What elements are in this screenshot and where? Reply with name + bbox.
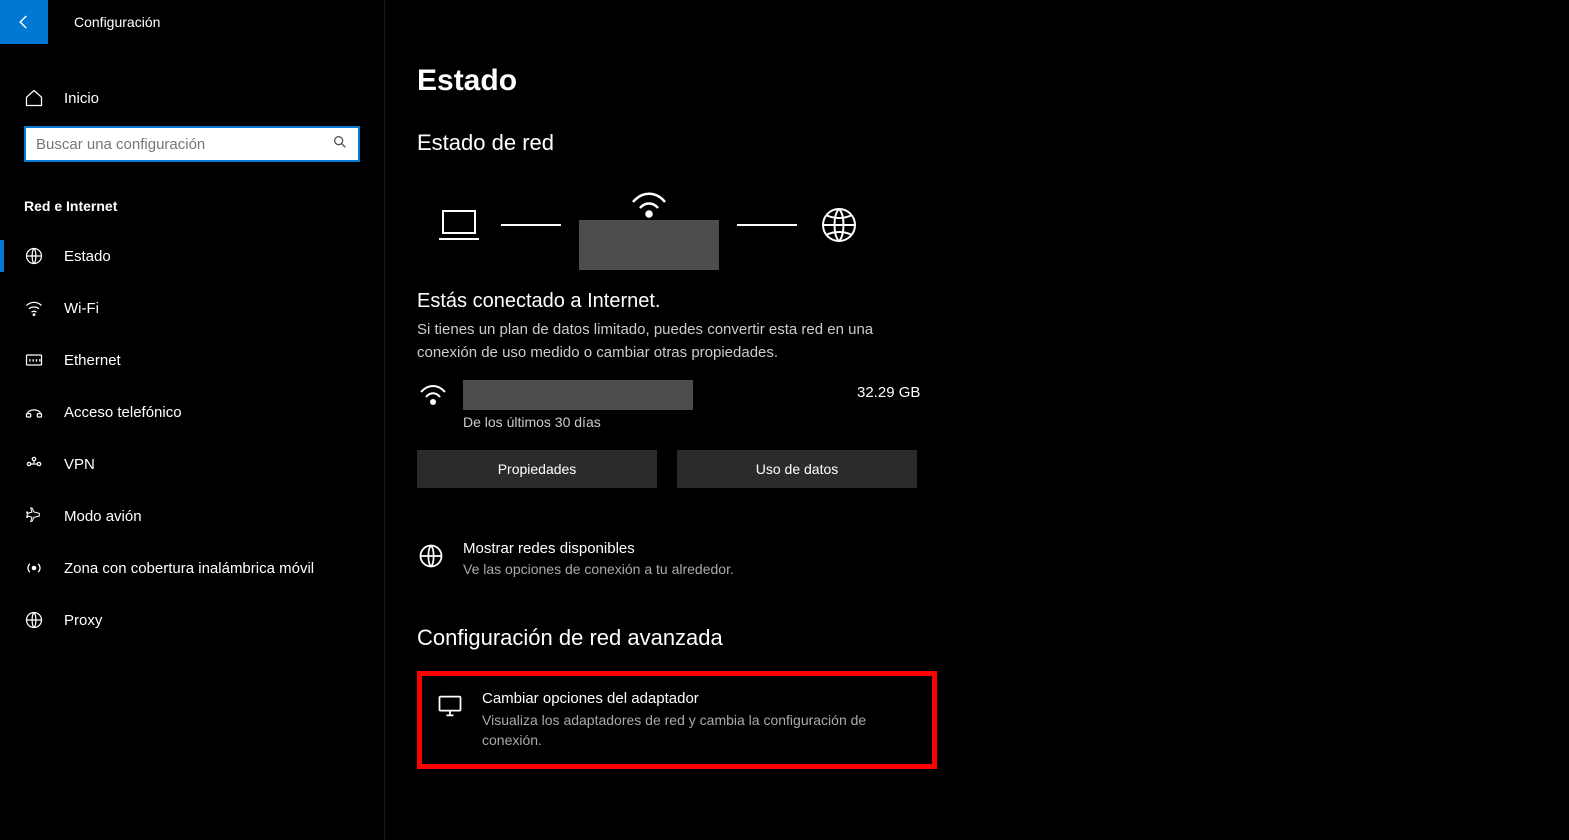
section-network-status: Estado de red: [417, 130, 1569, 156]
connected-title: Estás conectado a Internet.: [417, 290, 1569, 313]
adapter-title: Cambiar opciones del adaptador: [482, 690, 902, 707]
nav-list: Estado Wi-Fi Ethernet Acceso telefónico …: [0, 230, 384, 646]
sidebar-item-wifi[interactable]: Wi-Fi: [0, 282, 384, 334]
sidebar-home[interactable]: Inicio: [0, 70, 384, 126]
ethernet-icon: [24, 350, 44, 370]
main-content: Estado Estado de red Estás conectado a I…: [385, 0, 1569, 840]
nav-label: Ethernet: [64, 352, 121, 369]
adapter-options-link[interactable]: Cambiar opciones del adaptador Visualiza…: [436, 690, 918, 750]
show-networks-desc: Ve las opciones de conexión a tu alreded…: [463, 561, 734, 577]
category-label: Red e Internet: [0, 162, 384, 230]
search-input[interactable]: [36, 136, 332, 153]
globe-grid-icon: [24, 610, 44, 630]
laptop-icon: [435, 205, 483, 245]
usage-row: De los últimos 30 días 32.29 GB: [417, 380, 1569, 430]
app-title: Configuración: [48, 14, 160, 30]
dialup-icon: [24, 402, 44, 422]
button-row: Propiedades Uso de datos: [417, 450, 1569, 488]
highlight-callout: Cambiar opciones del adaptador Visualiza…: [417, 671, 937, 769]
usage-amount: 32.29 GB: [857, 384, 920, 401]
section-advanced: Configuración de red avanzada: [417, 625, 1569, 651]
network-name-redacted: [463, 380, 693, 410]
search-icon: [332, 134, 348, 155]
arrow-left-icon: [15, 13, 33, 31]
properties-button[interactable]: Propiedades: [417, 450, 657, 488]
sidebar-item-ethernet[interactable]: Ethernet: [0, 334, 384, 386]
home-label: Inicio: [64, 90, 99, 107]
wifi-icon: [24, 298, 44, 318]
nav-label: Zona con cobertura inalámbrica móvil: [64, 560, 314, 577]
sidebar-item-estado[interactable]: Estado: [0, 230, 384, 282]
wifi-icon: [417, 380, 449, 413]
sidebar-item-vpn[interactable]: VPN: [0, 438, 384, 490]
show-networks-title: Mostrar redes disponibles: [463, 540, 734, 557]
nav-label: Acceso telefónico: [64, 404, 182, 421]
monitor-icon: [436, 692, 464, 720]
sidebar-item-hotspot[interactable]: Zona con cobertura inalámbrica móvil: [0, 542, 384, 594]
globe-grid-icon: [417, 542, 445, 570]
airplane-icon: [24, 506, 44, 526]
show-networks-link[interactable]: Mostrar redes disponibles Ve las opcione…: [417, 540, 1569, 577]
sidebar-item-proxy[interactable]: Proxy: [0, 594, 384, 646]
globe-grid-icon: [24, 246, 44, 266]
back-button[interactable]: [0, 0, 48, 44]
nav-label: Estado: [64, 248, 111, 265]
vpn-icon: [24, 454, 44, 474]
search-box[interactable]: [24, 126, 360, 162]
nav-label: VPN: [64, 456, 95, 473]
diagram-line: [737, 224, 797, 226]
hotspot-icon: [24, 558, 44, 578]
connected-description: Si tienes un plan de datos limitado, pue…: [417, 319, 927, 364]
titlebar: Configuración: [0, 0, 384, 44]
nav-label: Wi-Fi: [64, 300, 99, 317]
sidebar: Configuración Inicio Red e Internet Esta…: [0, 0, 385, 840]
network-name-redacted: [579, 220, 719, 270]
data-usage-button[interactable]: Uso de datos: [677, 450, 917, 488]
adapter-desc: Visualiza los adaptadores de red y cambi…: [482, 711, 902, 750]
nav-label: Proxy: [64, 612, 102, 629]
diagram-line: [501, 224, 561, 226]
page-title: Estado: [417, 64, 1569, 98]
wifi-icon: [625, 180, 673, 220]
network-diagram: [435, 180, 1569, 270]
usage-period: De los últimos 30 días: [463, 414, 693, 430]
sidebar-item-dialup[interactable]: Acceso telefónico: [0, 386, 384, 438]
nav-label: Modo avión: [64, 508, 142, 525]
sidebar-item-airplane[interactable]: Modo avión: [0, 490, 384, 542]
search-wrap: [0, 126, 384, 162]
globe-icon: [815, 205, 863, 245]
home-icon: [24, 88, 44, 108]
